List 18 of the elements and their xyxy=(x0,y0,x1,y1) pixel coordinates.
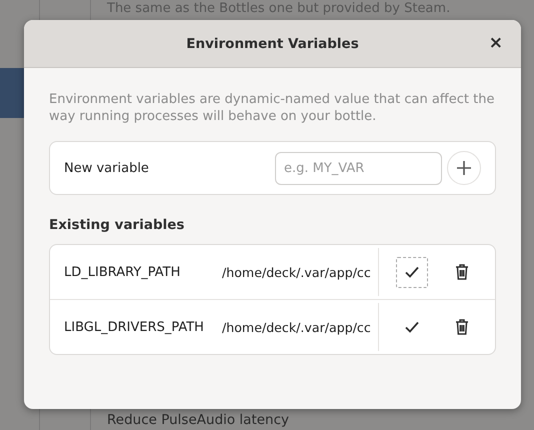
variable-name: LIBGL_DRIVERS_PATH xyxy=(63,318,205,336)
variable-name: LD_LIBRARY_PATH xyxy=(63,264,182,282)
check-icon xyxy=(405,266,419,278)
dialog-title: Environment Variables xyxy=(186,36,359,52)
add-button[interactable] xyxy=(447,151,481,185)
variable-name-field[interactable]: e.g. MY_VAR xyxy=(275,152,442,184)
row-title: Reduce PulseAudio latency xyxy=(107,412,290,428)
variable-value: /home/deck/.var/app/cc xyxy=(222,264,372,282)
save-button[interactable] xyxy=(396,256,428,288)
trash-icon xyxy=(455,319,469,335)
new-variable-label: New variable xyxy=(64,160,150,176)
plus-icon xyxy=(456,160,472,176)
trash-icon xyxy=(455,264,469,280)
check-icon xyxy=(405,321,419,333)
section-title: Existing variables xyxy=(49,217,186,233)
description-text: Environment variables are dynamic-named value that can affect the way running processes will behave on your bottle. xyxy=(49,91,496,125)
variable-value: /home/deck/.var/app/cc xyxy=(222,318,372,337)
close-button[interactable]: × xyxy=(484,33,507,53)
